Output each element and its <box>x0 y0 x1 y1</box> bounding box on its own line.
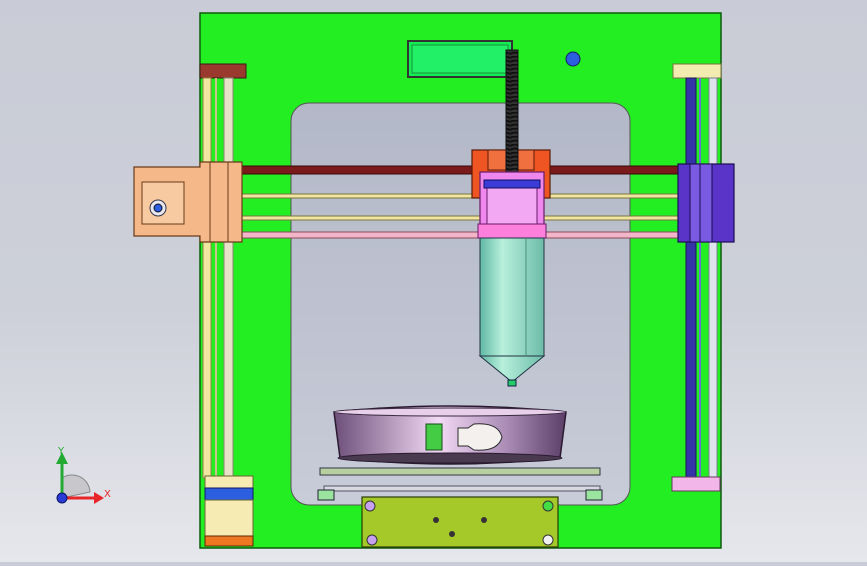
y-axis-label: Y <box>57 446 65 457</box>
hotend-nozzle[interactable] <box>478 237 546 387</box>
z-stepper-motor[interactable] <box>204 475 254 547</box>
filament-spool[interactable] <box>333 405 567 465</box>
right-z-rod <box>685 77 697 479</box>
x-axis-arrow-icon <box>94 492 104 504</box>
origin-icon <box>56 492 68 504</box>
left-x-end-block[interactable] <box>133 161 243 243</box>
right-z-foot[interactable] <box>671 476 721 492</box>
left-z-rod <box>202 77 212 479</box>
lcd-inner <box>411 44 509 74</box>
printer-model-canvas[interactable]: Y X <box>0 0 867 562</box>
filament-spring <box>505 49 519 189</box>
left-z-screw <box>223 77 234 479</box>
control-knob[interactable] <box>565 51 581 67</box>
cad-viewport[interactable]: Y X <box>0 0 867 562</box>
right-x-end-block[interactable] <box>677 163 735 243</box>
right-z-screw <box>708 77 718 479</box>
coordinate-triad: Y X <box>56 446 111 504</box>
x-carriage[interactable] <box>477 171 547 239</box>
controller-board[interactable] <box>361 496 559 548</box>
x-axis-label: X <box>104 489 111 500</box>
